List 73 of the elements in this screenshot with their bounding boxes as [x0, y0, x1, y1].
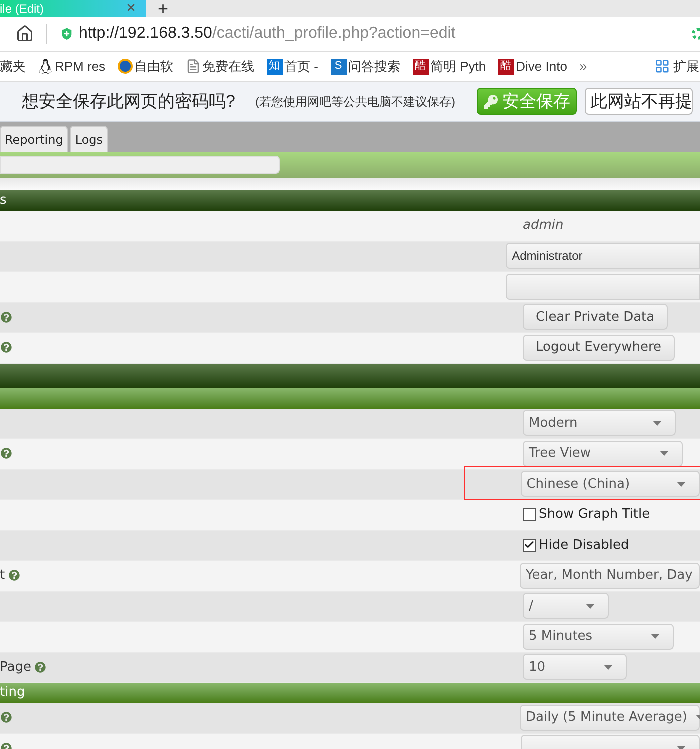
bookmark-item[interactable]: 藏夹: [0, 56, 26, 76]
site-badge: S: [330, 58, 347, 74]
select-dropdown[interactable]: /: [523, 593, 609, 620]
help-icon[interactable]: [1, 712, 12, 724]
help-icon[interactable]: [1, 312, 12, 323]
extensions-button[interactable]: 扩展: [655, 56, 700, 76]
bookmark-item[interactable]: RPM res: [38, 56, 106, 76]
input-field[interactable]: [506, 274, 700, 300]
site-badge: 酷: [412, 58, 429, 74]
url-field[interactable]: http://192.168.3.50/cacti/auth_profile.php?action=edit: [79, 22, 682, 46]
checkbox[interactable]: [523, 508, 536, 522]
select-value: Daily (5 Minute Average): [526, 709, 688, 727]
select-dropdown[interactable]: Daily (5 Minute Average): [520, 704, 700, 731]
field-label: t: [0, 567, 6, 585]
select-dropdown[interactable]: Chinese (China): [520, 471, 700, 498]
select-value: 10: [529, 658, 546, 676]
document-icon: [186, 59, 201, 74]
caret-icon: [677, 746, 686, 749]
checkbox-label: Hide Disabled: [539, 536, 630, 554]
site-badge: 知: [266, 58, 283, 74]
help-icon[interactable]: [1, 342, 12, 354]
select-value: Year, Month Number, Day: [526, 567, 693, 585]
select-dropdown[interactable]: Year, Month Number, Day: [520, 562, 700, 589]
checkbox[interactable]: [523, 538, 536, 552]
caret-icon: [653, 420, 662, 426]
username-text: admin: [523, 217, 564, 235]
caret-icon: [604, 664, 613, 670]
bookmark-item[interactable]: 自由软: [118, 56, 174, 76]
bookmark-item[interactable]: 免费在线: [186, 56, 255, 76]
prompt-question: 想安全保存此网页的密码吗?: [22, 90, 236, 113]
bookmark-item[interactable]: S 问答搜索: [330, 56, 401, 76]
grid-icon: [655, 59, 670, 74]
circle-logo-icon: [118, 59, 133, 74]
penguin-icon: [38, 59, 53, 74]
select-value: /: [529, 598, 534, 616]
action-button[interactable]: Logout Everywhere: [523, 334, 675, 361]
select-value: Modern: [529, 414, 578, 432]
select-value: 5 Minutes: [529, 628, 593, 646]
home-icon[interactable]: [16, 25, 34, 43]
select-value: Tree View: [529, 445, 592, 463]
never-save-button[interactable]: 此网站不再提: [585, 88, 694, 115]
checkbox-label: Show Graph Title: [539, 506, 650, 524]
section-title: s: [0, 192, 7, 210]
bookmark-item[interactable]: 知 首页 -: [266, 56, 319, 76]
help-icon[interactable]: [1, 448, 12, 460]
prompt-hint: (若您使用网吧等公共电脑不建议保存): [255, 94, 456, 110]
nav-tab[interactable]: Reporting: [0, 126, 68, 152]
site-badge: 酷: [498, 58, 514, 74]
close-icon[interactable]: ×: [126, 0, 136, 16]
field-label: Page: [0, 658, 32, 676]
select-dropdown[interactable]: Modern: [523, 410, 676, 436]
caret-icon: [677, 482, 686, 487]
nav-tab[interactable]: Logs: [70, 126, 108, 152]
search-field[interactable]: [0, 156, 280, 174]
help-icon[interactable]: [35, 662, 46, 673]
key-icon: [484, 94, 498, 108]
input-field[interactable]: Administrator: [506, 243, 700, 270]
shield-icon: [59, 26, 75, 42]
section-title: ting: [0, 684, 26, 702]
select-value: Chinese (China): [526, 476, 630, 494]
select-dropdown[interactable]: 10: [523, 654, 627, 680]
select-dropdown[interactable]: Tree View: [523, 440, 683, 467]
bookmark-item[interactable]: 酷 Dive Into: [498, 56, 568, 76]
bookmark-item[interactable]: 酷 简明 Pyth: [412, 56, 486, 76]
new-tab-button[interactable]: +: [158, 0, 169, 18]
caret-icon: [651, 634, 660, 640]
caret-icon: [660, 451, 669, 456]
action-button[interactable]: Clear Private Data: [523, 304, 668, 330]
help-icon[interactable]: [9, 570, 20, 582]
more-bookmarks-button[interactable]: »: [579, 56, 588, 77]
select-dropdown[interactable]: 5 Minutes: [523, 624, 674, 650]
caret-icon: [586, 604, 595, 609]
browser-tab[interactable]: ile (Edit) ×: [0, 0, 146, 17]
